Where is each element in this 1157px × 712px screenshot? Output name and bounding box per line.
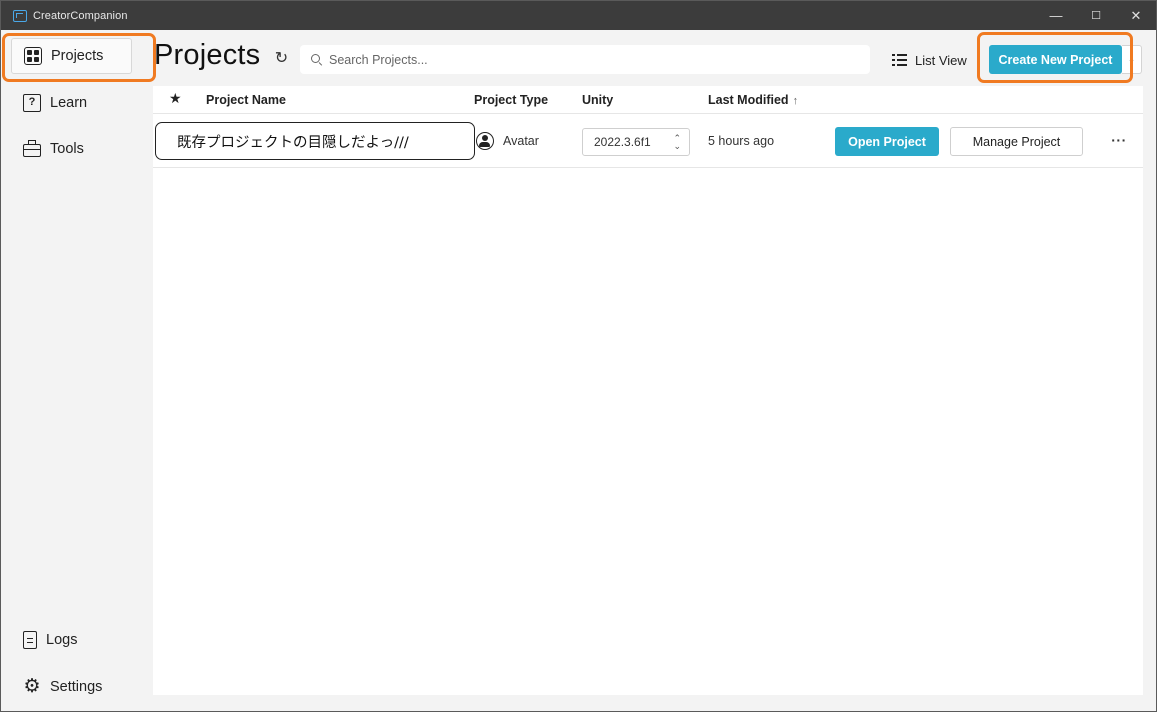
- app-window: CreatorCompanion — ☐ ✕ Projects ? Learn …: [0, 0, 1157, 712]
- search-input[interactable]: [329, 52, 849, 67]
- search-icon: [311, 53, 323, 66]
- chevron-down-icon: ⌄: [1127, 54, 1136, 64]
- sidebar-item-label: Settings: [50, 679, 103, 695]
- unity-version-value: 2022.3.6f1: [594, 135, 651, 149]
- maximize-button[interactable]: ☐: [1076, 1, 1116, 30]
- list-view-toggle[interactable]: List View: [892, 49, 967, 71]
- document-icon: [23, 631, 37, 649]
- sidebar-item-label: Projects: [51, 48, 104, 64]
- column-header-last-modified[interactable]: Last Modified ↑: [708, 93, 798, 107]
- title-bar: CreatorCompanion — ☐ ✕: [1, 1, 1156, 30]
- sidebar-item-learn[interactable]: ? Learn: [11, 85, 132, 121]
- column-header-name[interactable]: Project Name: [206, 93, 286, 107]
- table-row-divider: [153, 167, 1143, 168]
- column-header-type[interactable]: Project Type: [474, 93, 548, 107]
- sidebar-item-projects[interactable]: Projects: [11, 38, 132, 74]
- project-name-redaction-box: 既存プロジェクトの目隠しだよっ///: [155, 122, 475, 160]
- open-project-button[interactable]: Open Project: [835, 127, 939, 156]
- help-square-icon: ?: [23, 94, 41, 112]
- unity-version-select[interactable]: 2022.3.6f1 ⌃ ⌄: [582, 128, 690, 156]
- page-title: Projects: [154, 39, 261, 71]
- table-header-divider: [153, 113, 1143, 114]
- list-view-label: List View: [915, 52, 967, 68]
- toolbox-icon: [23, 140, 41, 157]
- manage-project-button[interactable]: Manage Project: [950, 127, 1083, 156]
- favorite-column-star-icon[interactable]: ★: [169, 90, 182, 107]
- list-view-icon: [892, 53, 907, 67]
- column-header-label: Last Modified: [708, 93, 789, 107]
- sidebar-item-label: Tools: [50, 141, 84, 157]
- window-title: CreatorCompanion: [33, 9, 128, 22]
- sidebar-item-logs[interactable]: Logs: [11, 622, 132, 658]
- window-controls: — ☐ ✕: [1036, 1, 1156, 30]
- projects-grid-icon: [24, 47, 42, 65]
- create-project-dropdown-button[interactable]: ⌄: [1122, 45, 1142, 74]
- sidebar-item-tools[interactable]: Tools: [11, 131, 132, 167]
- sort-ascending-icon: ↑: [792, 95, 799, 107]
- project-type: Avatar: [503, 134, 539, 148]
- minimize-button[interactable]: —: [1036, 1, 1076, 30]
- column-header-unity[interactable]: Unity: [582, 93, 613, 107]
- project-list-panel: [153, 86, 1143, 695]
- sidebar-item-label: Logs: [46, 632, 78, 648]
- more-options-icon[interactable]: ···: [1107, 131, 1131, 151]
- sidebar-item-settings[interactable]: ⚙ Settings: [11, 669, 132, 705]
- avatar-type-icon: [476, 132, 494, 150]
- create-new-project-button[interactable]: Create New Project: [989, 45, 1122, 74]
- sidebar-item-label: Learn: [50, 95, 88, 111]
- gear-icon: ⚙: [23, 676, 41, 697]
- up-down-chevron-icon: ⌃ ⌄: [673, 133, 681, 151]
- search-box: [300, 45, 870, 74]
- last-modified-value: 5 hours ago: [708, 134, 775, 148]
- close-button[interactable]: ✕: [1116, 1, 1156, 30]
- refresh-icon[interactable]: ↻: [273, 50, 290, 67]
- app-logo-icon: [13, 9, 27, 22]
